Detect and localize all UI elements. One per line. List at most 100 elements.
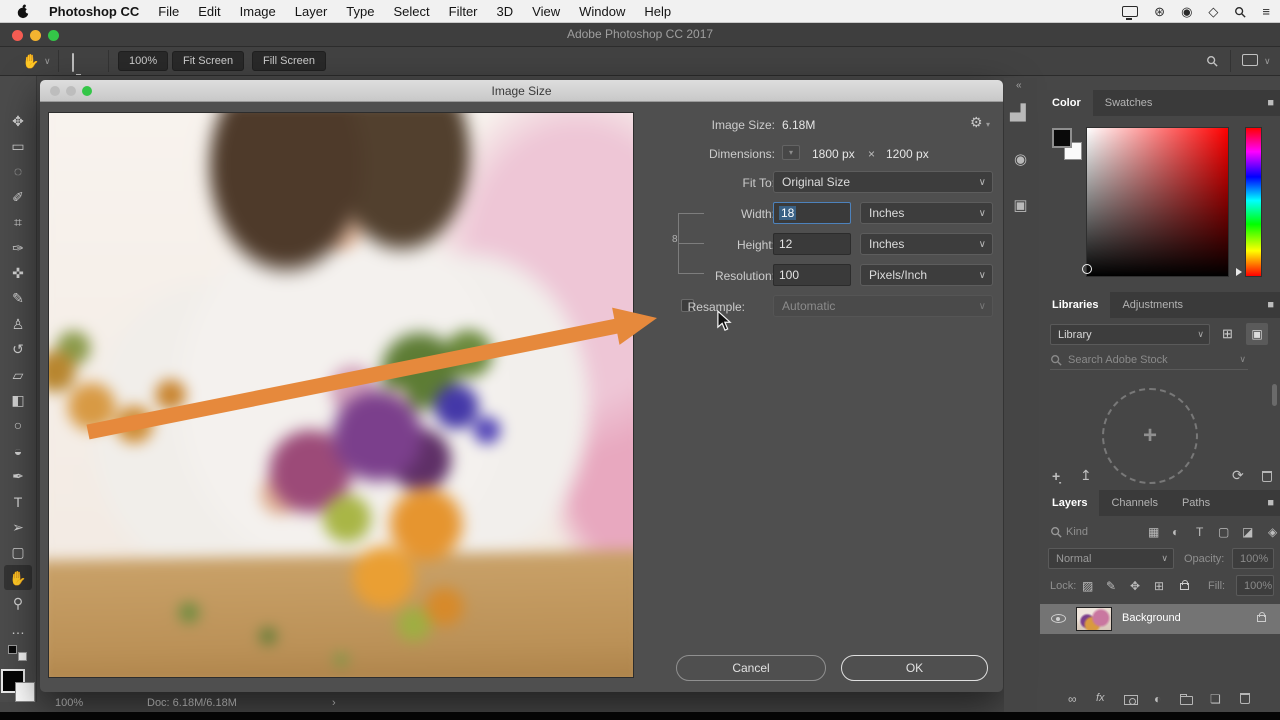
width-unit-select[interactable]: Inches ∨ bbox=[860, 202, 993, 224]
screen-record-icon[interactable]: ◉ bbox=[1181, 4, 1192, 20]
opacity-select[interactable]: 100% bbox=[1232, 548, 1274, 569]
link-layers-icon[interactable]: ∞ bbox=[1068, 692, 1077, 706]
filter-adjustment-layers-icon[interactable]: ◐ bbox=[1172, 525, 1179, 539]
tab-paths[interactable]: Paths bbox=[1170, 490, 1222, 516]
workspace-chevron-icon[interactable]: ∨ bbox=[1264, 56, 1271, 67]
hue-marker-icon[interactable] bbox=[1236, 268, 1242, 276]
hand-tool-option-icon[interactable]: ✋ bbox=[22, 53, 39, 70]
upload-icon[interactable]: ↥ bbox=[1080, 467, 1092, 484]
menu-edit[interactable]: Edit bbox=[198, 4, 220, 19]
lasso-tool[interactable]: ◌ bbox=[4, 159, 32, 184]
filter-pixel-layers-icon[interactable]: ▦ bbox=[1148, 525, 1159, 539]
library-select[interactable]: Library ∨ bbox=[1050, 324, 1210, 345]
layer-row-background[interactable]: Background bbox=[1040, 604, 1280, 634]
dodge-tool[interactable]: ◒ bbox=[4, 438, 32, 463]
history-brush-tool[interactable]: ↺ bbox=[4, 337, 32, 362]
add-library-item-icon[interactable]: +̣ bbox=[1052, 468, 1060, 484]
empty-library-dropzone[interactable]: + bbox=[1102, 388, 1198, 484]
panel-icon[interactable]: ▣ bbox=[1008, 192, 1033, 217]
fill-screen-button[interactable]: Fill Screen bbox=[252, 51, 326, 71]
tools-ellipsis[interactable]: … bbox=[4, 616, 32, 641]
layer-lock-icon[interactable] bbox=[1257, 615, 1266, 622]
blend-mode-select[interactable]: Normal ∨ bbox=[1048, 548, 1174, 569]
adjustment-layer-icon[interactable]: ◐ bbox=[1154, 692, 1161, 706]
move-tool[interactable]: ✥ bbox=[4, 108, 32, 133]
gradient-tool[interactable]: ◧ bbox=[4, 387, 32, 412]
hand-tool[interactable]: ✋ bbox=[4, 565, 32, 590]
clone-source-panel-icon[interactable]: ◉ bbox=[1008, 146, 1033, 171]
lock-pixels-icon[interactable]: ✎ bbox=[1106, 579, 1116, 593]
new-group-icon[interactable] bbox=[1180, 696, 1193, 705]
delete-layer-icon[interactable] bbox=[1240, 693, 1250, 704]
layer-effects-icon[interactable]: fx bbox=[1096, 692, 1105, 704]
menu-image[interactable]: Image bbox=[240, 4, 276, 19]
ok-button[interactable]: OK bbox=[841, 655, 988, 681]
cancel-button[interactable]: Cancel bbox=[676, 655, 826, 681]
lock-all-icon[interactable] bbox=[1180, 583, 1189, 590]
menu-filter[interactable]: Filter bbox=[449, 4, 478, 19]
color-field[interactable] bbox=[1086, 127, 1229, 277]
brush-settings-panel-icon[interactable]: ▄▌ bbox=[1008, 100, 1033, 125]
resolution-unit-select[interactable]: Pixels/Inch ∨ bbox=[860, 264, 993, 286]
height-input[interactable]: 12 bbox=[773, 233, 851, 255]
menu-file[interactable]: File bbox=[158, 4, 179, 19]
tab-swatches[interactable]: Swatches bbox=[1093, 90, 1165, 116]
lock-transparent-icon[interactable]: ▨ bbox=[1082, 579, 1093, 593]
brush-tool[interactable]: ✎ bbox=[4, 286, 32, 311]
creative-cloud-icon[interactable]: ⊛ bbox=[1154, 4, 1165, 20]
dialog-title-bar[interactable]: Image Size bbox=[40, 80, 1003, 102]
foreground-background-swatch[interactable] bbox=[1, 669, 35, 702]
collapse-panels-icon[interactable]: « bbox=[1016, 80, 1022, 91]
eyedropper-tool[interactable]: ✑ bbox=[4, 235, 32, 260]
hue-strip[interactable] bbox=[1245, 127, 1262, 277]
apple-menu[interactable] bbox=[16, 4, 30, 19]
list-view-icon[interactable]: ▣ bbox=[1246, 323, 1268, 345]
type-tool[interactable]: T bbox=[4, 489, 32, 514]
filter-type-layers-icon[interactable]: T bbox=[1196, 525, 1203, 539]
zoom-100-button[interactable]: 100% bbox=[118, 51, 168, 71]
hand-option-chevron-icon[interactable]: ∨ bbox=[44, 56, 51, 67]
menu-layer[interactable]: Layer bbox=[295, 4, 328, 19]
new-layer-icon[interactable]: ❏ bbox=[1210, 692, 1221, 706]
trash-icon[interactable] bbox=[1262, 471, 1272, 482]
menu-type[interactable]: Type bbox=[346, 4, 374, 19]
stock-search-field[interactable]: Search Adobe Stock ∨ bbox=[1050, 350, 1248, 370]
menu-select[interactable]: Select bbox=[393, 4, 429, 19]
grid-view-icon[interactable]: ⊞ bbox=[1222, 326, 1233, 342]
pen-tool[interactable]: ✒ bbox=[4, 463, 32, 488]
blur-tool[interactable]: ○ bbox=[4, 413, 32, 438]
clone-stamp-tool[interactable]: ♙ bbox=[4, 311, 32, 336]
spot-healing-tool[interactable]: ✜ bbox=[4, 260, 32, 285]
menu-help[interactable]: Help bbox=[644, 4, 671, 19]
spotlight-search-icon[interactable] bbox=[1234, 6, 1246, 18]
lock-artboard-icon[interactable]: ⊞ bbox=[1154, 579, 1164, 593]
menu-window[interactable]: Window bbox=[579, 4, 625, 19]
resolution-input[interactable]: 100 bbox=[773, 264, 851, 286]
status-chevron-icon[interactable]: › bbox=[332, 697, 336, 709]
fit-to-select[interactable]: Original Size ∨ bbox=[773, 171, 993, 193]
panel-menu-icon[interactable]: ■ bbox=[1267, 497, 1274, 509]
color-foreground-swatch[interactable] bbox=[1052, 128, 1072, 148]
image-preview[interactable] bbox=[48, 112, 634, 678]
path-selection-tool[interactable]: ➢ bbox=[4, 514, 32, 539]
search-icon[interactable] bbox=[1206, 55, 1218, 67]
notification-center-icon[interactable]: ≡ bbox=[1262, 4, 1270, 19]
layer-mask-icon[interactable] bbox=[1124, 695, 1138, 705]
eraser-tool[interactable]: ▱ bbox=[4, 362, 32, 387]
filter-toggle-icon[interactable]: ◈ bbox=[1268, 525, 1277, 539]
shape-tool[interactable]: ▢ bbox=[4, 540, 32, 565]
sync-icon[interactable]: ⟳ bbox=[1232, 467, 1244, 484]
dimensions-chevron-icon[interactable]: ▾ bbox=[782, 145, 800, 160]
menu-view[interactable]: View bbox=[532, 4, 560, 19]
tab-libraries[interactable]: Libraries bbox=[1040, 292, 1110, 318]
panel-menu-icon[interactable]: ■ bbox=[1267, 97, 1274, 109]
display-icon[interactable] bbox=[1122, 6, 1138, 17]
filter-shape-layers-icon[interactable]: ▢ bbox=[1218, 525, 1229, 539]
fit-screen-button[interactable]: Fit Screen bbox=[172, 51, 244, 71]
panel-menu-icon[interactable]: ■ bbox=[1267, 299, 1274, 311]
layer-visibility-eye-icon[interactable] bbox=[1051, 614, 1066, 623]
fill-select[interactable]: 100% bbox=[1236, 575, 1274, 596]
marquee-tool[interactable]: ▭ bbox=[4, 133, 32, 158]
quick-selection-tool[interactable]: ✐ bbox=[4, 184, 32, 209]
tab-layers[interactable]: Layers bbox=[1040, 490, 1099, 516]
